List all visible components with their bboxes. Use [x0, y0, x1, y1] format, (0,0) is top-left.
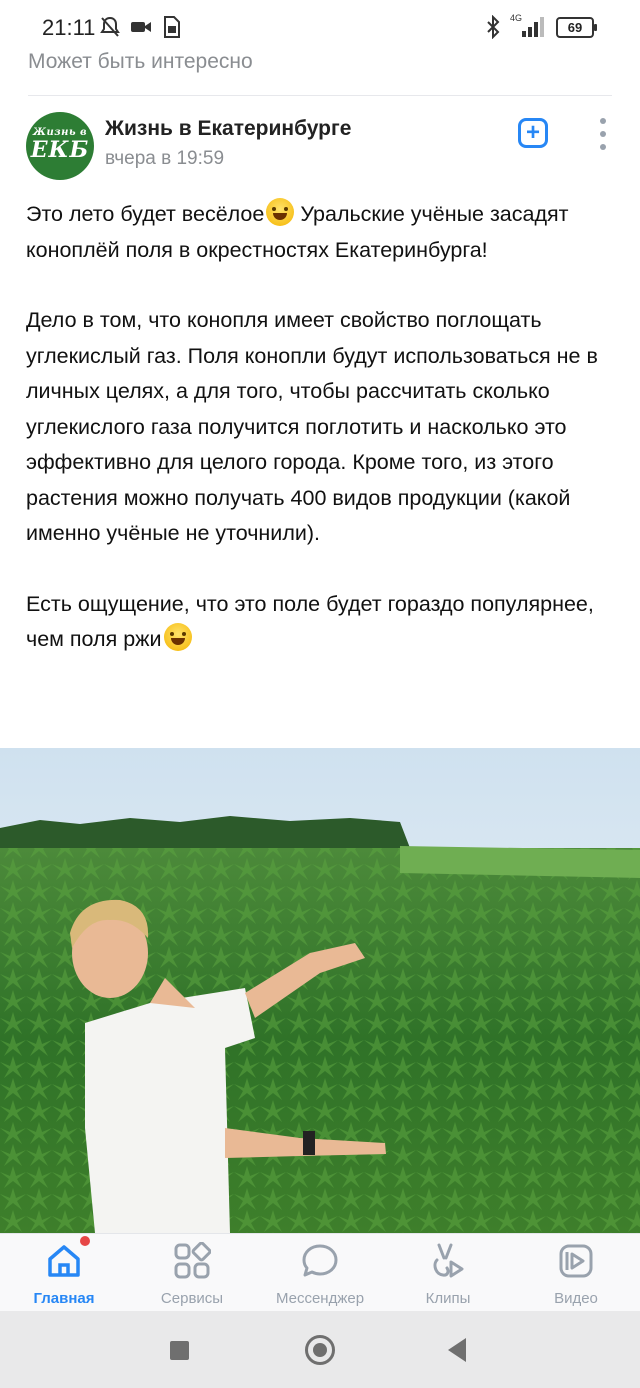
plus-icon: + — [525, 119, 540, 146]
status-bar: 21:11 4G 69 — [0, 0, 640, 52]
divider — [28, 95, 612, 96]
camera-icon — [131, 22, 151, 32]
nav-clips-label: Клипы — [425, 1290, 471, 1307]
notification-dot — [80, 1236, 90, 1246]
post-photo[interactable] — [0, 748, 640, 1233]
dot — [600, 131, 606, 137]
nav-messenger[interactable]: Мессенджер — [256, 1234, 384, 1312]
nav-video-label: Видео — [554, 1290, 598, 1307]
battery-icon: 69 — [556, 16, 597, 38]
signal-icon: 4G — [510, 13, 546, 39]
sim-icon — [164, 16, 180, 38]
bluetooth-icon — [487, 15, 500, 39]
avatar-logo-line2: ЕКБ — [30, 137, 90, 163]
post-paragraph-3-text: Есть ощущение, что это поле будет горазд… — [26, 591, 594, 652]
home-icon — [48, 1245, 80, 1277]
grinning-emoji-icon — [163, 623, 192, 651]
back-button[interactable] — [448, 1338, 466, 1362]
more-options-button[interactable] — [596, 118, 610, 150]
do-not-disturb-icon — [100, 16, 120, 37]
nav-clips[interactable]: Клипы — [384, 1234, 512, 1312]
post-paragraph-1: Это лето будет весёлое Уральские учёные … — [26, 197, 616, 268]
network-type: 4G — [510, 13, 523, 23]
post-paragraph-1-start: Это лето будет весёлое — [26, 202, 265, 226]
services-icon — [174, 1242, 211, 1279]
avatar-logo: Жизнь в ЕКБ — [26, 112, 94, 180]
nav-messenger-label: Мессенджер — [275, 1290, 365, 1307]
post-author[interactable]: Жизнь в Екатеринбурге — [105, 117, 351, 141]
nav-home[interactable]: Главная — [0, 1234, 128, 1312]
post-paragraph-3: Есть ощущение, что это поле будет горазд… — [26, 587, 616, 658]
status-left-icons — [100, 14, 180, 40]
post-time: вчера в 19:59 — [105, 148, 225, 169]
dot — [600, 144, 606, 150]
nav-video[interactable]: Видео — [512, 1234, 640, 1312]
section-title: Может быть интересно — [28, 50, 253, 73]
recent-apps-button[interactable] — [170, 1341, 189, 1360]
post-text: Это лето будет весёлое Уральские учёные … — [26, 197, 616, 658]
home-button[interactable] — [305, 1335, 335, 1365]
post-paragraph-2: Дело в том, что конопля имеет свойство п… — [26, 308, 598, 545]
status-right-icons: 4G 69 — [486, 13, 597, 40]
system-navigation-bar — [0, 1311, 640, 1388]
bottom-navigation: Главная Сервисы Мессенджер Клипы Видео — [0, 1233, 640, 1312]
clips-icon — [433, 1243, 464, 1278]
community-avatar[interactable]: Жизнь в ЕКБ — [26, 112, 94, 180]
laughing-tears-emoji-icon — [266, 198, 295, 226]
messenger-icon — [302, 1244, 338, 1277]
nav-home-label: Главная — [33, 1290, 95, 1307]
video-icon — [559, 1244, 593, 1278]
status-time: 21:11 — [42, 15, 96, 40]
nav-services-label: Сервисы — [160, 1290, 224, 1307]
subscribe-button[interactable]: + — [518, 118, 548, 148]
nav-services[interactable]: Сервисы — [128, 1234, 256, 1312]
dot — [600, 118, 606, 124]
